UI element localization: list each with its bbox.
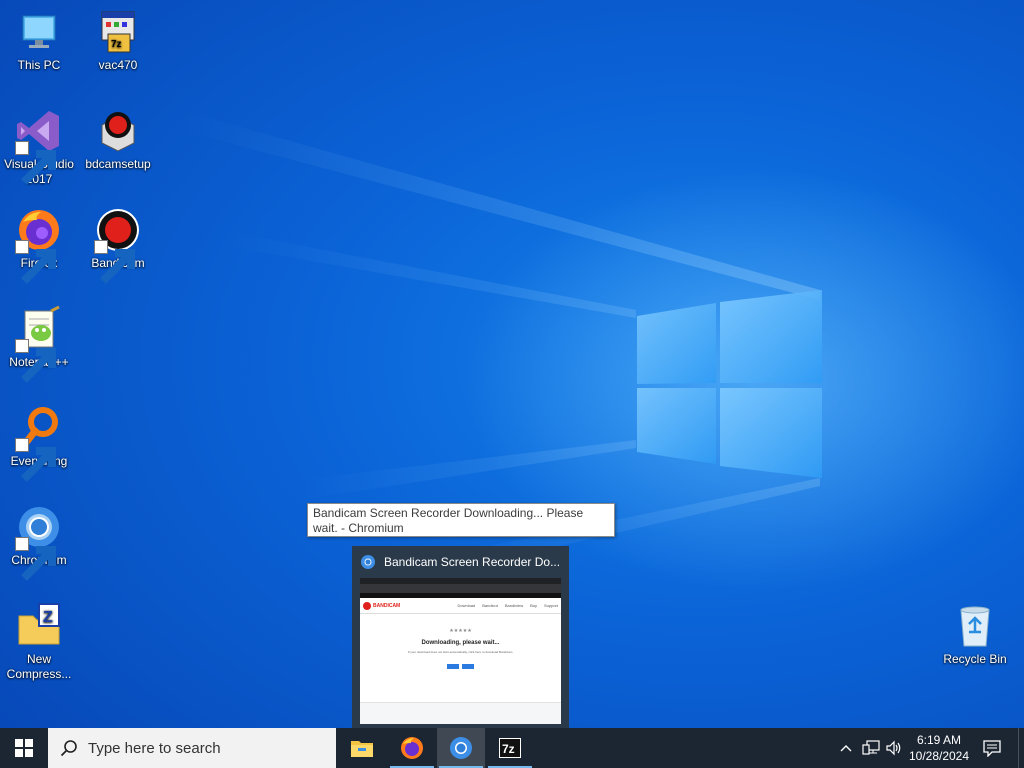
taskbar-search-box[interactable]: [48, 728, 336, 768]
show-hidden-icons-button[interactable]: [836, 728, 856, 768]
volume-button[interactable]: [883, 728, 905, 768]
desktop-icon-visual-studio[interactable]: Visual Studio 2017: [0, 107, 78, 187]
desktop-icon-chromium[interactable]: Chromium: [0, 503, 78, 581]
taskbar-app-7zip[interactable]: 7z: [486, 728, 534, 768]
preview-stars: ★★★★★: [449, 628, 472, 634]
taskbar-tooltip: Bandicam Screen Recorder Downloading... …: [307, 503, 615, 537]
chromium-icon: [15, 503, 63, 581]
bandicam-icon: [94, 206, 142, 284]
search-input[interactable]: [88, 739, 328, 757]
desktop-icon-new-compressed[interactable]: Z New Compress...: [0, 602, 78, 682]
clock-date: 10/28/2024: [908, 749, 970, 763]
preview-nav-item: Bandiview: [504, 603, 524, 608]
preview-line: If your download does not start automati…: [407, 650, 514, 654]
preview-button: [447, 664, 459, 669]
firefox-icon: [15, 206, 63, 284]
bandicam-setup-icon: [94, 107, 142, 155]
start-button[interactable]: [0, 728, 48, 768]
chromium-icon: [450, 737, 472, 759]
preview-nav-item: Download: [457, 603, 476, 608]
desktop-icon-label: New Compress...: [6, 652, 72, 681]
thumbnail-title: Bandicam Screen Recorder Do...: [384, 555, 561, 569]
desktop-icon-vac470[interactable]: 7z vac470: [79, 8, 157, 73]
taskbar-app-chromium[interactable]: [437, 728, 485, 768]
preview-button: [462, 664, 474, 669]
desktop-icon-bandicam[interactable]: Bandicam: [79, 206, 157, 284]
svg-text:7z: 7z: [111, 39, 122, 50]
notification-icon: [983, 740, 1001, 757]
notepadpp-icon: [15, 305, 63, 383]
volume-icon: [886, 740, 901, 756]
desktop-icon-label: Recycle Bin: [943, 652, 1007, 666]
desktop-icon-label: vac470: [98, 58, 138, 72]
action-center-button[interactable]: [980, 728, 1004, 768]
taskbar-app-firefox[interactable]: [388, 728, 436, 768]
chromium-icon: [361, 555, 375, 569]
desktop-icon-this-pc[interactable]: This PC: [0, 8, 78, 73]
taskbar: 7z 6:19 AM 10/28/2024: [0, 728, 1024, 768]
taskbar-app-file-explorer[interactable]: [338, 728, 386, 768]
desktop-icon-bdcamsetup[interactable]: bdcamsetup: [79, 107, 157, 172]
recycle-bin-icon: [951, 602, 999, 650]
network-button[interactable]: [860, 728, 882, 768]
shortcut-arrow-icon: [15, 438, 56, 482]
desktop[interactable]: This PC 7z vac470 Visual Studio 2017 bdc…: [0, 0, 1024, 728]
preview-toolbar: [360, 584, 561, 593]
desktop-icon-notepadpp[interactable]: Notepad++: [0, 305, 78, 383]
taskbar-clock[interactable]: 6:19 AM 10/28/2024: [905, 728, 973, 768]
zip-folder-icon: Z: [15, 602, 63, 650]
thumbnail-title-bar: Bandicam Screen Recorder Do...: [352, 546, 569, 578]
thumbnail-page-preview[interactable]: BANDICAM Download Bandicut Bandiview Buy…: [360, 578, 561, 724]
clock-time: 6:19 AM: [916, 733, 962, 747]
file-explorer-icon: [351, 741, 373, 757]
monitor-icon: [15, 8, 63, 56]
desktop-icon-firefox[interactable]: Firefox: [0, 206, 78, 284]
svg-text:Z: Z: [43, 609, 53, 626]
show-desktop-button[interactable]: [1018, 728, 1024, 768]
everything-icon: [15, 404, 63, 482]
taskbar-thumbnail-preview[interactable]: Bandicam Screen Recorder Do... BANDICAM …: [352, 546, 569, 728]
desktop-icon-label: This PC: [17, 58, 61, 72]
svg-text:7z: 7z: [502, 742, 515, 756]
preview-logo-icon: [363, 601, 371, 610]
preview-footer: [360, 702, 561, 724]
shortcut-arrow-icon: [15, 141, 56, 185]
windows-logo-icon: [15, 739, 33, 757]
shortcut-arrow-icon: [15, 240, 56, 284]
preview-brand: BANDICAM: [373, 602, 401, 609]
preview-heading: Downloading, please wait...: [421, 640, 500, 646]
preview-nav-item: Buy: [530, 603, 537, 608]
shortcut-arrow-icon: [15, 537, 56, 581]
installer-icon: 7z: [94, 8, 142, 56]
desktop-icon-recycle-bin[interactable]: Recycle Bin: [936, 602, 1014, 667]
preview-nav-item: Support: [543, 603, 558, 608]
visual-studio-icon: [15, 107, 63, 185]
search-icon: [60, 740, 77, 757]
shortcut-arrow-icon: [15, 339, 56, 383]
chevron-up-icon: [840, 745, 852, 752]
network-icon: [862, 740, 880, 755]
preview-nav-item: Bandicut: [482, 603, 498, 608]
shortcut-arrow-icon: [94, 240, 135, 284]
desktop-icon-label: bdcamsetup: [85, 157, 151, 171]
7zip-icon: 7z: [499, 738, 521, 758]
firefox-icon: [401, 737, 423, 759]
desktop-icon-everything[interactable]: Everything: [0, 404, 78, 482]
